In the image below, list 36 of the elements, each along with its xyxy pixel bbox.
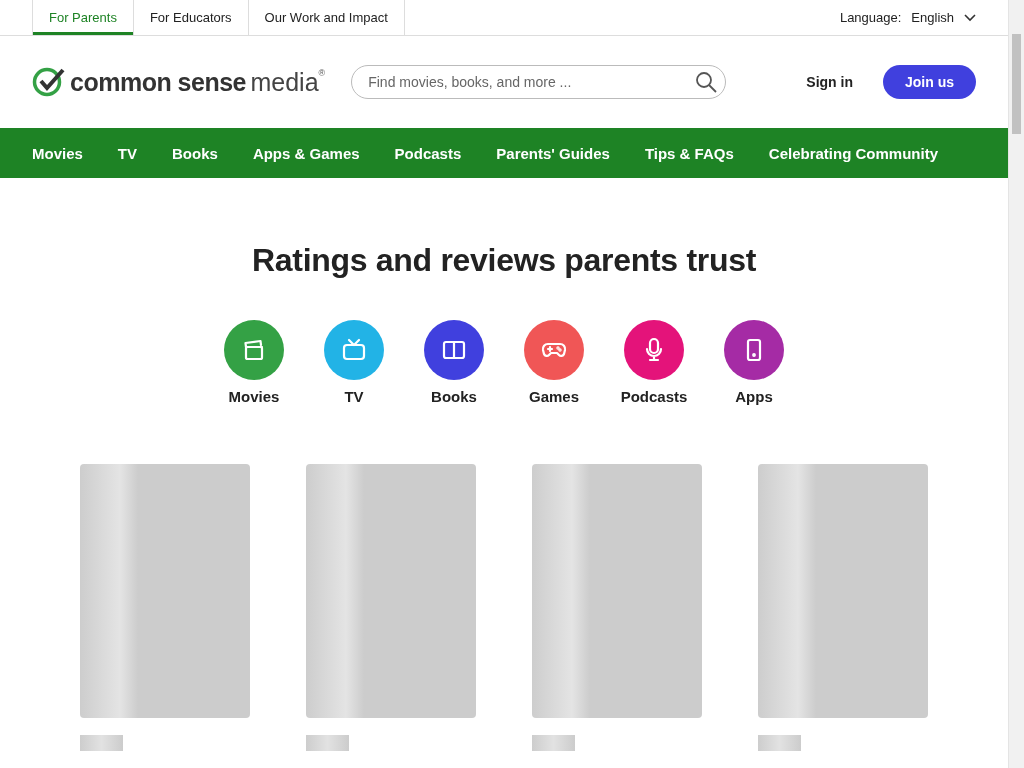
search-field[interactable]: Find movies, books, and more ...: [351, 65, 727, 99]
loading-placeholder: [80, 735, 123, 751]
category-label[interactable]: Podcasts: [620, 388, 688, 405]
scrollbar[interactable]: [1008, 0, 1024, 768]
chevron-down-icon[interactable]: [964, 13, 976, 22]
loading-placeholder: [306, 735, 349, 751]
language-label: Language:: [839, 10, 902, 25]
loading-placeholder: [532, 735, 575, 751]
nav-link[interactable]: Tips & FAQs: [644, 144, 734, 162]
loading-placeholder: [758, 735, 801, 751]
category-label[interactable]: Movies: [228, 388, 280, 405]
category-icon-circle[interactable]: [624, 320, 684, 380]
page-heading: Ratings and reviews parents trust: [252, 242, 756, 279]
category-label[interactable]: TV: [344, 388, 364, 405]
nav-link[interactable]: Celebrating Community: [768, 144, 938, 162]
nav-link[interactable]: Movies: [32, 144, 83, 162]
scrollbar-thumb[interactable]: [1012, 34, 1021, 134]
audience-tab[interactable]: For Parents: [32, 0, 133, 35]
nav-link[interactable]: Apps & Games: [252, 144, 360, 162]
category-icon-circle[interactable]: [224, 320, 284, 380]
category-icon-circle[interactable]: [424, 320, 484, 380]
language-select[interactable]: English: [911, 10, 954, 25]
sign-in-button[interactable]: Sign in: [800, 73, 859, 91]
search-icon[interactable]: [695, 71, 718, 93]
category-label[interactable]: Games: [528, 388, 579, 405]
nav-link[interactable]: Parents' Guides: [496, 144, 610, 162]
category-icon-circle[interactable]: [524, 320, 584, 380]
category-icon-circle[interactable]: [724, 320, 784, 380]
category-label[interactable]: Books: [431, 388, 477, 405]
logo[interactable]: common sense media®: [32, 67, 326, 97]
nav-link[interactable]: TV: [117, 144, 138, 162]
category-label[interactable]: Apps: [735, 388, 773, 405]
nav-link[interactable]: Podcasts: [394, 144, 462, 162]
nav-link[interactable]: Books: [172, 144, 218, 162]
join-button[interactable]: Join us: [883, 65, 976, 99]
audience-tab[interactable]: Our Work and Impact: [247, 0, 405, 35]
